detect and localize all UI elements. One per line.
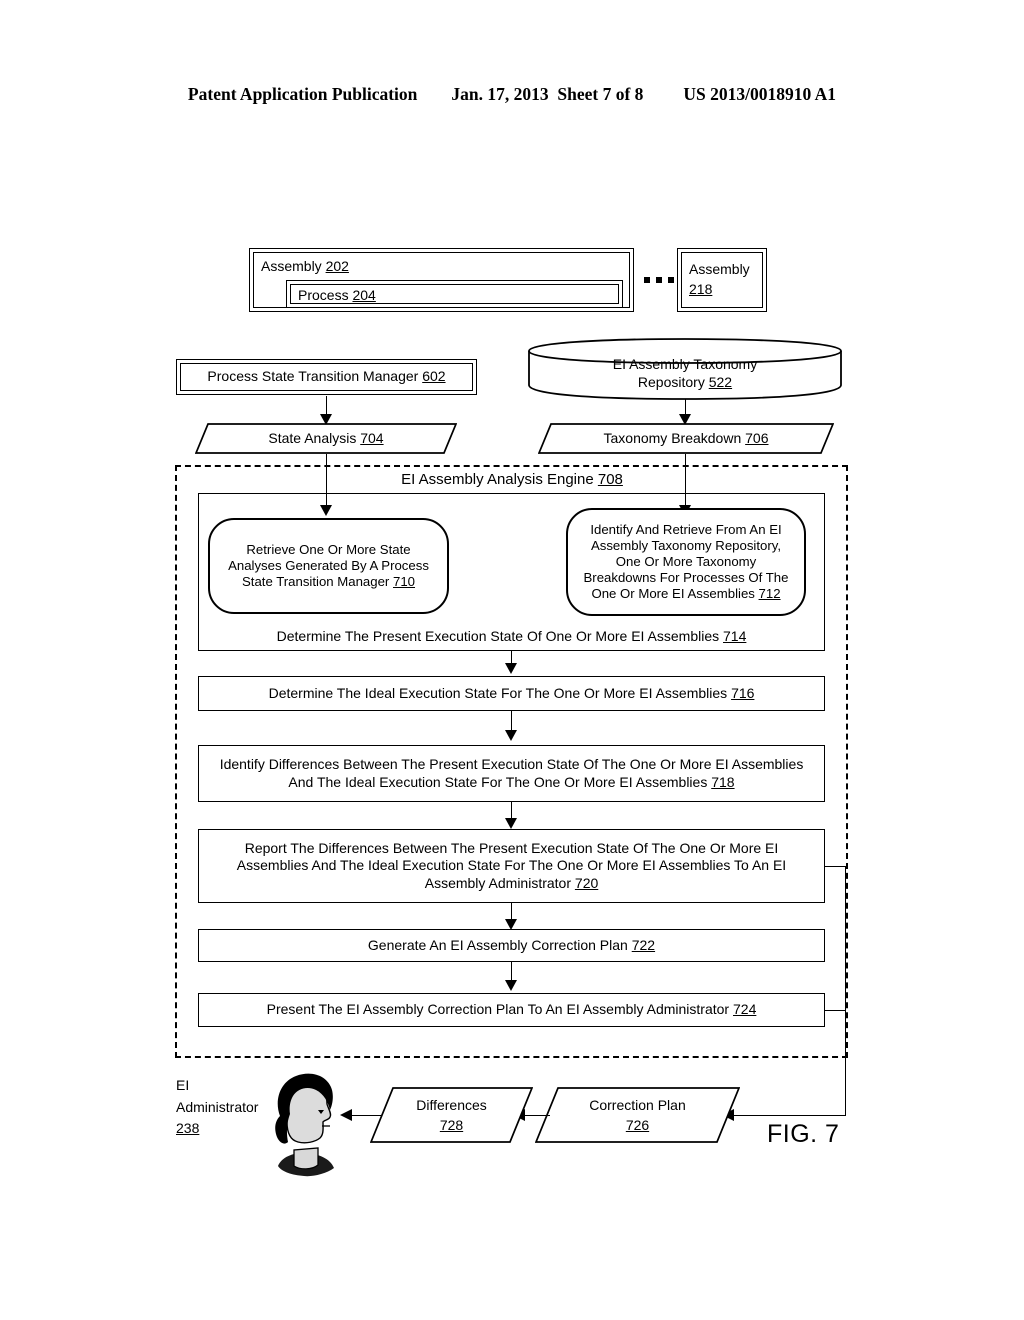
assembly-202-label: Assembly 202: [261, 258, 349, 274]
figure-7-diagram: Assembly 202 Process 204 Assembly 218 Pr…: [0, 0, 1024, 1320]
connector-706-to-712: [685, 454, 686, 508]
connector-720-right-stub: [825, 866, 846, 867]
assembly-ellipsis-icon: [644, 277, 674, 283]
differences-728-ref: 728: [439, 1116, 464, 1133]
administrator-head-icon: [260, 1070, 346, 1180]
assembly-202-box: Assembly 202 Process 204: [249, 248, 634, 312]
taxonomy-breakdown-706-parallelogram: Taxonomy Breakdown 706: [538, 423, 834, 454]
correction-plan-726-label: Correction Plan: [589, 1096, 686, 1113]
step-722-label: Generate An EI Assembly Correction Plan …: [367, 936, 656, 953]
step-714-label: Determine The Present Execution State Of…: [276, 628, 747, 644]
arrowhead-722-to-724: [505, 980, 517, 991]
connector-704-to-710: [326, 454, 327, 508]
connector-right-trunk: [845, 866, 846, 1116]
arrowhead-718-to-720: [505, 818, 517, 829]
step-718-label: Identify Differences Between The Present…: [219, 756, 804, 790]
state-analysis-704-label: State Analysis 704: [268, 430, 384, 447]
step-722-box: Generate An EI Assembly Correction Plan …: [198, 929, 825, 962]
step-718-box: Identify Differences Between The Present…: [198, 745, 825, 802]
repository-522-line1: EI Assembly Taxonomy: [612, 355, 758, 372]
step-724-label: Present The EI Assembly Correction Plan …: [266, 1001, 757, 1018]
state-analysis-704-parallelogram: State Analysis 704: [195, 423, 457, 454]
manager-602-label: Process State Transition Manager 602: [207, 368, 446, 385]
taxonomy-breakdown-706-label: Taxonomy Breakdown 706: [603, 430, 769, 447]
process-204-label: Process 204: [298, 287, 376, 303]
figure-number-label: FIG. 7: [767, 1120, 840, 1148]
arrowhead-714-to-716: [505, 663, 517, 674]
repository-522-line2: Repository 522: [637, 374, 733, 390]
step-710-box: Retrieve One Or More State Analyses Gene…: [208, 518, 449, 614]
differences-728-label: Differences: [416, 1096, 487, 1113]
connector-trunk-to-correction-plan: [727, 1115, 846, 1116]
differences-728-parallelogram: Differences 728: [370, 1087, 533, 1143]
step-724-box: Present The EI Assembly Correction Plan …: [198, 993, 825, 1027]
step-716-label: Determine The Ideal Execution State For …: [268, 684, 755, 701]
taxonomy-repository-522-cylinder: EI Assembly Taxonomy Repository 522: [527, 337, 843, 401]
correction-plan-726-ref: 726: [625, 1116, 650, 1133]
assembly-218-label: Assembly 218: [689, 261, 750, 298]
connector-724-right-stub: [825, 1010, 846, 1011]
step-710-label: Retrieve One Or More State Analyses Gene…: [228, 541, 429, 590]
process-state-transition-manager-602-box: Process State Transition Manager 602: [176, 359, 477, 395]
correction-plan-726-parallelogram: Correction Plan 726: [535, 1087, 740, 1143]
assembly-218-box: Assembly 218: [677, 248, 767, 312]
process-204-box: Process 204: [286, 280, 623, 308]
step-712-label: Identify And Retrieve From An EI Assembl…: [583, 521, 789, 602]
connector-728-to-administrator: [352, 1115, 382, 1116]
step-716-box: Determine The Ideal Execution State For …: [198, 676, 825, 711]
step-712-box: Identify And Retrieve From An EI Assembl…: [566, 508, 806, 616]
step-720-label: Report The Differences Between The Prese…: [236, 840, 787, 891]
administrator-238-label: EI Administrator 238: [176, 1077, 259, 1137]
arrowhead-704-to-710: [320, 505, 332, 516]
step-720-box: Report The Differences Between The Prese…: [198, 829, 825, 903]
engine-708-title: EI Assembly Analysis Engine 708: [401, 471, 623, 488]
arrowhead-716-to-718: [505, 730, 517, 741]
